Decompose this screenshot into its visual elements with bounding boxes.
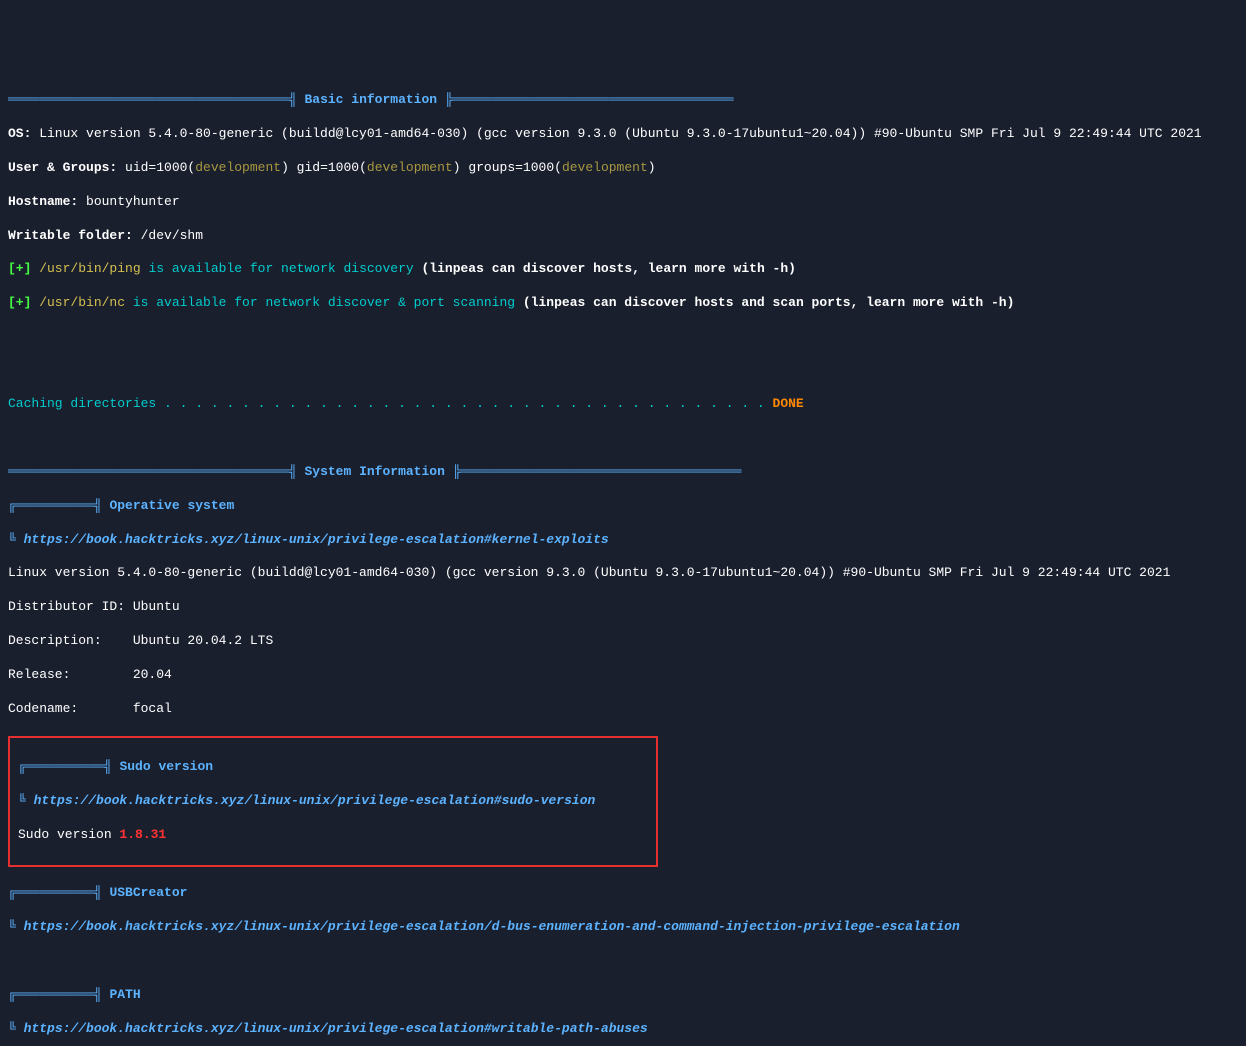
sub-marker: ╔══════════╣: [8, 987, 102, 1002]
nc-note: (linpeas can discover hosts and scan por…: [515, 295, 1014, 310]
description-line: Description: Ubuntu 20.04.2 LTS: [8, 633, 1238, 650]
basic-info-title: Basic information: [304, 92, 437, 107]
blank-line: [8, 430, 1238, 447]
caching-line: Caching directories . . . . . . . . . . …: [8, 396, 1238, 413]
writable-value: /dev/shm: [133, 228, 203, 243]
user-groups-line: User & Groups: uid=1000(development) gid…: [8, 160, 1238, 177]
os-label: OS:: [8, 126, 31, 141]
ping-text: is available for network discovery: [148, 261, 413, 276]
link-prefix: ╚: [8, 919, 24, 934]
usb-link-line: ╚ https://book.hacktricks.xyz/linux-unix…: [8, 919, 1238, 936]
path-subsection-line: ╔══════════╣ PATH: [8, 987, 1238, 1004]
blank-line: [8, 329, 1238, 346]
os-value: Linux version 5.4.0-80-generic (buildd@l…: [31, 126, 1201, 141]
system-info-title: System Information: [304, 464, 444, 479]
blank-line: [8, 953, 1238, 970]
hostname-line: Hostname: bountyhunter: [8, 194, 1238, 211]
nc-path: /usr/bin/nc: [31, 295, 132, 310]
ping-path: /usr/bin/ping: [31, 261, 148, 276]
path-subsection-title: PATH: [109, 987, 140, 1002]
sudo-subsection-line: ╔══════════╣ Sudo version: [18, 759, 648, 776]
writable-label: Writable folder:: [8, 228, 133, 243]
ping-line: [+] /usr/bin/ping is available for netwo…: [8, 261, 1238, 278]
link-prefix: ╚: [8, 1021, 24, 1036]
sudo-subsection-title: Sudo version: [119, 759, 213, 774]
caching-done: DONE: [773, 396, 804, 411]
basic-info-header: ════════════════════════════════════╣ Ba…: [8, 92, 1238, 109]
caching-label: Caching directories: [8, 396, 164, 411]
os-link-line: ╚ https://book.hacktricks.xyz/linux-unix…: [8, 532, 1238, 549]
codename-line: Codename: focal: [8, 701, 1238, 718]
header-marker-right: ╠════════════════════════════════════: [453, 464, 742, 479]
header-marker-left: ════════════════════════════════════╣: [8, 464, 297, 479]
linux-version-line: Linux version 5.4.0-80-generic (buildd@l…: [8, 565, 1238, 582]
writable-line: Writable folder: /dev/shm: [8, 228, 1238, 245]
system-info-header: ════════════════════════════════════╣ Sy…: [8, 464, 1238, 481]
nc-text: is available for network discover & port…: [133, 295, 515, 310]
ping-note: (linpeas can discover hosts, learn more …: [414, 261, 796, 276]
sudo-text: Sudo version: [18, 827, 119, 842]
sub-marker: ╔══════════╣: [8, 885, 102, 900]
path-link-line: ╚ https://book.hacktricks.xyz/linux-unix…: [8, 1021, 1238, 1038]
user-groups-label: User & Groups:: [8, 160, 117, 175]
os-subsection-line: ╔══════════╣ Operative system: [8, 498, 1238, 515]
sudo-link-line: ╚ https://book.hacktricks.xyz/linux-unix…: [18, 793, 648, 810]
usb-link[interactable]: https://book.hacktricks.xyz/linux-unix/p…: [24, 919, 960, 934]
caching-dots: . . . . . . . . . . . . . . . . . . . . …: [164, 396, 773, 411]
kernel-exploits-link[interactable]: https://book.hacktricks.xyz/linux-unix/p…: [24, 532, 609, 547]
link-prefix: ╚: [8, 532, 24, 547]
release-line: Release: 20.04: [8, 667, 1238, 684]
nc-line: [+] /usr/bin/nc is available for network…: [8, 295, 1238, 312]
path-link[interactable]: https://book.hacktricks.xyz/linux-unix/p…: [24, 1021, 648, 1036]
plus-bracket: [+]: [8, 261, 31, 276]
header-marker-right: ╠════════════════════════════════════: [445, 92, 734, 107]
link-prefix: ╚: [18, 793, 34, 808]
sub-marker: ╔══════════╣: [8, 498, 102, 513]
usb-subsection-title: USBCreator: [109, 885, 187, 900]
plus-bracket: [+]: [8, 295, 31, 310]
usb-subsection-line: ╔══════════╣ USBCreator: [8, 885, 1238, 902]
sub-marker: ╔══════════╣: [18, 759, 112, 774]
sudo-version-number: 1.8.31: [119, 827, 166, 842]
os-subsection-title: Operative system: [109, 498, 234, 513]
terminal-output: ════════════════════════════════════╣ Ba…: [8, 76, 1238, 1046]
distributor-line: Distributor ID: Ubuntu: [8, 599, 1238, 616]
hostname-value: bountyhunter: [78, 194, 179, 209]
sudo-version-line: Sudo version 1.8.31: [18, 827, 648, 844]
sudo-version-link[interactable]: https://book.hacktricks.xyz/linux-unix/p…: [34, 793, 596, 808]
header-marker-left: ════════════════════════════════════╣: [8, 92, 297, 107]
os-line: OS: Linux version 5.4.0-80-generic (buil…: [8, 126, 1238, 143]
blank-line: [8, 363, 1238, 380]
sudo-highlight-box: ╔══════════╣ Sudo version ╚ https://book…: [8, 736, 658, 866]
hostname-label: Hostname:: [8, 194, 78, 209]
